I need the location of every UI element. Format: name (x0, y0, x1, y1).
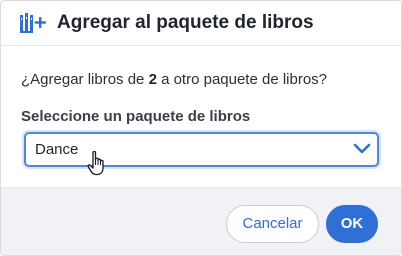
bundle-select-label: Seleccione un paquete de libros (21, 108, 251, 125)
cancel-button[interactable]: Cancelar (226, 205, 319, 243)
question-suffix: a otro paquete de libros? (156, 71, 328, 88)
question-prefix: ¿Agregar libros de (21, 71, 149, 88)
chevron-down-icon[interactable] (353, 142, 371, 156)
bundle-select-value: Dance (35, 141, 79, 158)
add-to-bundle-dialog: Agregar al paquete de libros ¿Agregar li… (0, 0, 402, 256)
ok-button[interactable]: OK (326, 205, 378, 243)
dialog-footer: Cancelar OK (1, 187, 401, 255)
dialog-header: Agregar al paquete de libros (1, 1, 401, 46)
bundle-select[interactable]: Dance (24, 132, 379, 167)
book-count: 2 (148, 71, 157, 88)
add-to-bundle-icon (20, 13, 46, 33)
confirmation-question: ¿Agregar libros de 2 a otro paquete de l… (21, 69, 327, 91)
dialog-title: Agregar al paquete de libros (57, 12, 314, 33)
